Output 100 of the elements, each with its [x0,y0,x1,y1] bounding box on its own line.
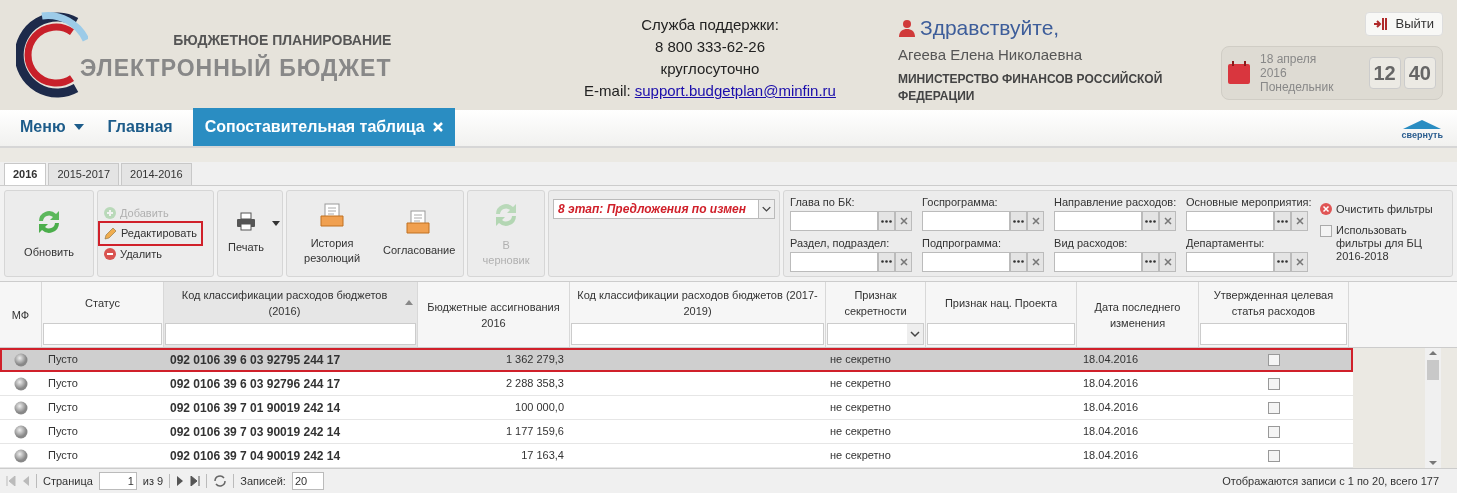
clear-button[interactable] [1027,251,1045,272]
filter-field[interactable] [790,211,879,231]
email-link[interactable]: support.budgetplan@minfin.ru [634,80,836,102]
date-cell: 18.04.2016 [1083,449,1139,462]
clear-button[interactable] [895,211,913,231]
column-header[interactable]: Признак нац. Проекта [944,294,1058,311]
select-button[interactable] [1010,211,1028,231]
close-icon [1163,217,1172,225]
row-checkbox[interactable] [1268,377,1280,390]
records-field[interactable]: 20 [291,472,324,490]
column-filter-field[interactable] [43,323,162,345]
clear-filters-button[interactable]: Очистить фильтры [1320,201,1443,218]
toolbar-button[interactable]: Согласование [375,191,462,276]
select-button[interactable] [1142,211,1160,231]
table-row[interactable]: Пусто 092 0106 39 6 03 92796 244 17 2 288 358,3 не секретно 18.04.2016 [0,372,1353,396]
support-hours: круглосуточно [660,59,760,79]
filter-field[interactable] [1186,251,1275,272]
select-button[interactable] [1274,251,1292,272]
ellipsis-icon [1013,219,1025,223]
nav-tab[interactable]: Сопоставительная таблица [192,108,455,146]
column-header[interactable]: Статус [85,294,120,311]
collapse-button[interactable]: свернуть [1401,119,1443,146]
stage-select[interactable]: 8 этап: Предложения по измен [553,199,776,219]
records-label: Записей: [240,473,286,489]
scroll-thumb[interactable] [1427,360,1439,380]
filter-field[interactable] [1054,251,1143,272]
year-tab[interactable]: 2014-2016 [121,163,192,185]
column-header[interactable]: Утвержденная целевая статья расходов [1203,286,1344,319]
date-cell: 18.04.2016 [1083,377,1139,390]
logout-button[interactable]: Выйти [1364,12,1443,36]
column-header[interactable]: Признак секретности [830,286,921,319]
clear-button[interactable] [1291,251,1309,272]
toolbar-button[interactable]: Печать [220,191,273,276]
column-filter-field[interactable] [571,323,824,345]
column-header[interactable]: Бюджетные ассигнования 2016 [422,298,565,331]
clear-button[interactable] [1159,251,1177,272]
checkbox-label: Использовать фильтры для БЦ 2016-2018 [1336,223,1423,263]
select-button[interactable] [878,211,896,231]
greeting: Здравствуйте, [920,15,1060,41]
filter-field[interactable] [1054,211,1143,231]
column-filter-field[interactable] [165,323,416,345]
previous-page-icon[interactable] [22,476,30,486]
select-button[interactable] [1274,211,1292,231]
ellipsis-icon [1145,260,1157,263]
clear-button[interactable] [895,251,913,272]
clear-button[interactable] [1291,211,1309,231]
filter-field[interactable] [1186,211,1275,231]
year-tab[interactable]: 2016 [4,163,47,185]
amount-cell-text: 2 288 358,3 [505,376,564,392]
select-button[interactable] [1142,251,1160,272]
toolbar-button[interactable]: Обновить [16,191,82,276]
sort-ascending-icon [405,300,413,305]
amount-cell-text: 100 000,0 [515,400,564,416]
column-filter-field[interactable] [927,323,1075,345]
select-button[interactable] [1010,251,1028,272]
filter-field[interactable] [922,211,1011,231]
page-field[interactable]: 1 [98,472,137,490]
calendar-icon [1228,60,1252,86]
last-page-icon[interactable] [190,476,201,486]
toolbar-button[interactable]: История резолюций [289,191,376,276]
row-checkbox[interactable] [1268,425,1280,438]
column-header[interactable]: Код классификации расходов бюджетов (2017-2019) [574,286,821,319]
filter-field[interactable] [790,251,879,272]
code-cell: 092 0106 39 7 04 90019 242 14 [170,448,341,463]
next-page-icon[interactable] [176,476,185,486]
table-row[interactable]: Пусто 092 0106 39 7 03 90019 242 14 1 177 159,6 не секретно 18.04.2016 [0,420,1353,444]
row-checkbox[interactable] [1268,449,1280,462]
nav-tab[interactable]: Меню [8,108,96,146]
table-row[interactable]: Пусто 092 0106 39 7 04 90019 242 14 17 163,4 не секретно 18.04.2016 [0,444,1353,468]
status-cell: Пусто [48,353,78,366]
chevron-down-icon [907,324,923,344]
clear-button[interactable] [1027,211,1045,231]
minus-icon [104,248,116,260]
row-checkbox[interactable] [1268,401,1280,414]
filter-label: Основные мероприятия: [1186,195,1309,209]
close-circle-icon [1320,203,1333,216]
table-row[interactable]: Пусто 092 0106 39 7 01 90019 242 14 100 000,0 не секретно 18.04.2016 [0,396,1353,420]
code-cell: 092 0106 39 7 01 90019 242 14 [170,400,341,415]
year-tab[interactable]: 2015-2017 [48,163,120,185]
refresh-icon[interactable] [213,474,228,488]
column-filter-field[interactable] [1200,323,1347,345]
amount-cell-text: 1 362 279,3 [505,352,564,368]
caret-icon [73,124,84,130]
toolbar-button[interactable]: Редактировать [100,223,201,244]
column-header[interactable]: Дата последнего изменения [1081,298,1194,331]
row-checkbox[interactable] [1268,353,1280,366]
clear-button[interactable] [1159,211,1177,231]
column-filter-select[interactable] [827,323,924,345]
select-button[interactable] [878,251,896,272]
filter-field[interactable] [922,251,1011,272]
checkbox[interactable] [1320,224,1333,237]
table-row[interactable]: Пусто 092 0106 39 6 03 92795 244 17 1 362 279,3 не секретно 18.04.2016 [0,348,1353,372]
status-cell: Пусто [48,377,78,390]
clock-minutes: 40 [1403,57,1436,89]
scrollbar[interactable] [1425,348,1441,468]
toolbar-button[interactable]: Удалить [100,243,166,265]
nav-tab[interactable]: Главная [95,108,185,146]
triangle-up-icon [1403,119,1442,129]
column-header[interactable]: МФ [11,306,30,323]
first-page-icon[interactable] [6,476,16,486]
